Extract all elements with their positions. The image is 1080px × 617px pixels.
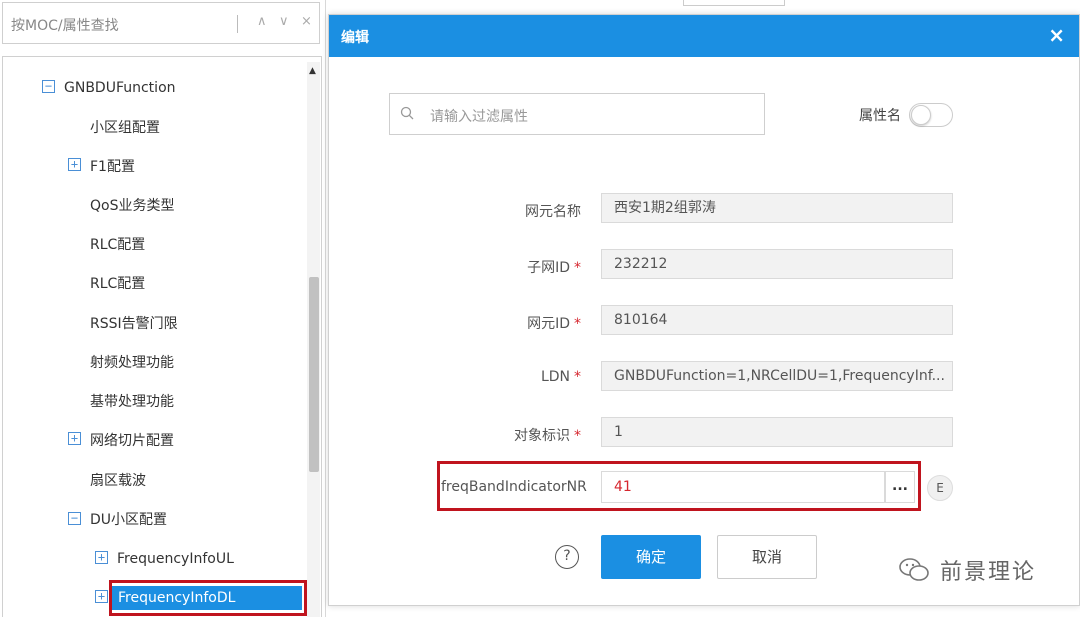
filter-placeholder: 请输入过滤属性 bbox=[430, 109, 528, 125]
highlight-box bbox=[109, 580, 307, 616]
toggle-knob bbox=[911, 105, 931, 125]
scrollbar-thumb[interactable] bbox=[309, 277, 319, 472]
ldn-field: GNBDUFunction=1,NRCellDU=1,FrequencyInf.… bbox=[601, 361, 953, 391]
tree-item-frequencyinfoul[interactable]: FrequencyInfoUL bbox=[117, 547, 234, 571]
expression-button[interactable]: E bbox=[927, 475, 953, 501]
subnet-id-field: 232212 bbox=[601, 249, 953, 279]
moc-search-input[interactable]: 按MOC/属性查找 ∧ ∨ × bbox=[2, 2, 320, 44]
ne-id-field: 810164 bbox=[601, 305, 953, 335]
collapse-icon[interactable]: − bbox=[68, 512, 81, 525]
tree-item[interactable]: RSSI告警门限 bbox=[90, 312, 178, 336]
close-icon[interactable]: × bbox=[1048, 23, 1065, 47]
dialog-header: 编辑 × bbox=[329, 15, 1079, 57]
expand-icon[interactable]: + bbox=[68, 158, 81, 171]
edit-dialog: 编辑 × 请输入过滤属性 属性名 网元名称 西安1期2组郭涛 子网ID * 232… bbox=[328, 14, 1080, 606]
tree-item[interactable]: 射频处理功能 bbox=[90, 351, 174, 375]
filter-input[interactable]: 请输入过滤属性 bbox=[389, 93, 765, 135]
tree-item[interactable]: 基带处理功能 bbox=[90, 390, 174, 414]
field-label-subnet-id: 子网ID * bbox=[527, 260, 581, 276]
search-divider bbox=[237, 15, 238, 33]
field-label-ne-id: 网元ID * bbox=[527, 316, 581, 332]
watermark-text: 前景理论 bbox=[940, 560, 1037, 585]
toggle-label: 属性名 bbox=[859, 108, 901, 124]
expand-icon[interactable]: + bbox=[95, 590, 108, 603]
moc-tree bbox=[2, 56, 322, 617]
tree-item[interactable]: RLC配置 bbox=[90, 272, 145, 296]
moc-tree-panel: 按MOC/属性查找 ∧ ∨ × − GNBDUFunction 小区组配置 + … bbox=[0, 0, 326, 617]
tree-item-gnbdufunction[interactable]: GNBDUFunction bbox=[64, 76, 176, 100]
tree-item[interactable]: F1配置 bbox=[90, 155, 135, 179]
help-icon[interactable]: ? bbox=[555, 545, 579, 569]
tree-item[interactable]: 小区组配置 bbox=[90, 116, 160, 140]
tree-item[interactable]: 网络切片配置 bbox=[90, 429, 174, 453]
expand-icon[interactable]: + bbox=[95, 551, 108, 564]
scroll-up-icon[interactable]: ▲ bbox=[309, 66, 316, 76]
tree-scrollbar[interactable]: ▲ bbox=[307, 62, 320, 617]
tree-item[interactable]: RLC配置 bbox=[90, 233, 145, 257]
ne-name-field: 西安1期2组郭涛 bbox=[601, 193, 953, 223]
clear-icon[interactable]: × bbox=[301, 14, 312, 29]
more-button[interactable]: ... bbox=[885, 471, 915, 503]
top-strip bbox=[683, 0, 785, 6]
moc-search-placeholder: 按MOC/属性查找 bbox=[11, 18, 119, 34]
expand-icon[interactable]: + bbox=[68, 432, 81, 445]
freq-band-input[interactable]: 41 bbox=[601, 471, 885, 503]
object-id-field: 1 bbox=[601, 417, 953, 447]
chevron-down-icon[interactable]: ∨ bbox=[279, 14, 289, 29]
tree-item[interactable]: QoS业务类型 bbox=[90, 194, 174, 218]
freq-band-label: freqBandIndicatorNR bbox=[441, 479, 587, 495]
tree-item-du-cell[interactable]: DU小区配置 bbox=[90, 508, 167, 532]
chevron-up-icon[interactable]: ∧ bbox=[257, 14, 267, 29]
wechat-icon bbox=[899, 558, 929, 581]
field-label-ne-name: 网元名称 bbox=[525, 204, 581, 220]
dialog-title: 编辑 bbox=[341, 30, 369, 46]
tree-item[interactable]: 扇区载波 bbox=[90, 469, 146, 493]
field-label-ldn: LDN * bbox=[540, 369, 581, 385]
field-label-object-id: 对象标识 * bbox=[514, 428, 581, 444]
search-icon bbox=[400, 106, 414, 120]
collapse-icon[interactable]: − bbox=[42, 80, 55, 93]
cancel-button[interactable]: 取消 bbox=[717, 535, 817, 579]
confirm-button[interactable]: 确定 bbox=[601, 535, 701, 579]
attribute-name-toggle[interactable] bbox=[909, 103, 953, 127]
